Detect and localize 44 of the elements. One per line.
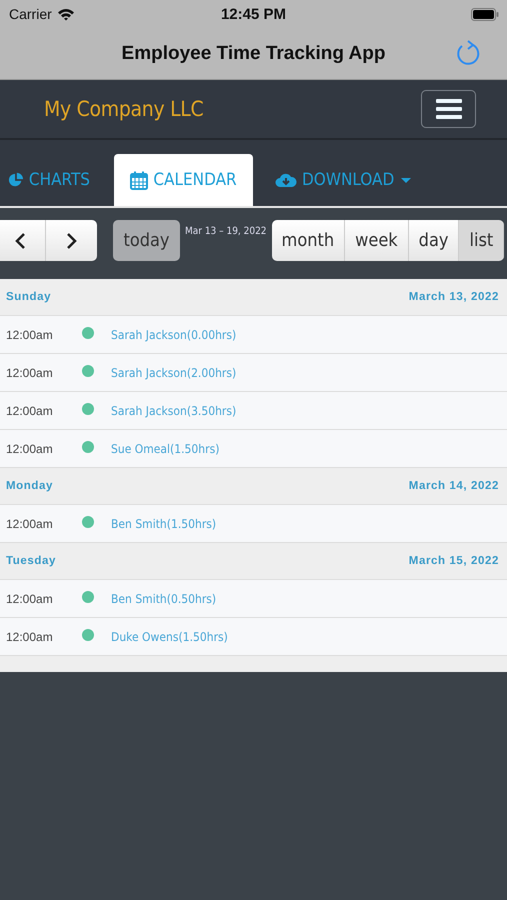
calendar-icon (130, 170, 148, 190)
caret-icon (401, 178, 412, 182)
view-button[interactable]: day (408, 220, 460, 261)
menu-button[interactable] (421, 90, 476, 128)
event-time: 12:00am (5, 516, 54, 530)
carrier-label: Carrier (9, 6, 52, 22)
event-dot-icon (82, 326, 94, 338)
next-button[interactable] (46, 220, 97, 261)
app-title: Employee Time Tracking App (122, 42, 386, 64)
date-range: Mar 13 – 19, 2022 (185, 226, 267, 237)
event-time: 12:00am (5, 328, 54, 342)
event-time: 12:00am (5, 366, 54, 380)
event-time: 12:00am (5, 442, 54, 456)
menu-icon (436, 99, 462, 119)
chevron-left-icon (14, 232, 26, 250)
tab[interactable]: DOWNLOAD (265, 154, 422, 206)
day-date: March 13, 2022 (408, 291, 499, 303)
view-button[interactable]: week (345, 220, 409, 261)
event-dot-icon (82, 628, 94, 640)
view-button[interactable]: list (459, 220, 504, 261)
battery-icon (471, 8, 499, 20)
day-name: Sunday (6, 291, 52, 303)
chevron-right-icon (66, 232, 78, 250)
event-dot-icon (82, 590, 94, 602)
cloud-download-icon (275, 172, 297, 188)
day-name: Monday (6, 480, 54, 492)
company-name[interactable]: My Company LLC (44, 97, 204, 121)
event-dot-icon (82, 402, 94, 414)
event-time: 12:00am (5, 630, 54, 644)
day-name: Tuesday (6, 555, 56, 567)
day-date: March 15, 2022 (408, 555, 499, 567)
previous-button[interactable] (0, 220, 46, 261)
day-date: March 14, 2022 (408, 480, 499, 492)
tab[interactable]: CALENDAR (114, 154, 253, 206)
event-dot-icon (82, 364, 94, 376)
event-dot-icon (82, 516, 94, 528)
event-time: 12:00am (5, 592, 54, 606)
event-dot-icon (82, 440, 94, 452)
event-time: 12:00am (5, 404, 54, 418)
tab[interactable]: CHARTS (0, 154, 100, 206)
wifi-icon (56, 8, 75, 20)
view-button[interactable]: month (272, 220, 346, 261)
clock-time: 12:45 PM (220, 6, 286, 22)
pie-chart-icon (8, 171, 24, 189)
